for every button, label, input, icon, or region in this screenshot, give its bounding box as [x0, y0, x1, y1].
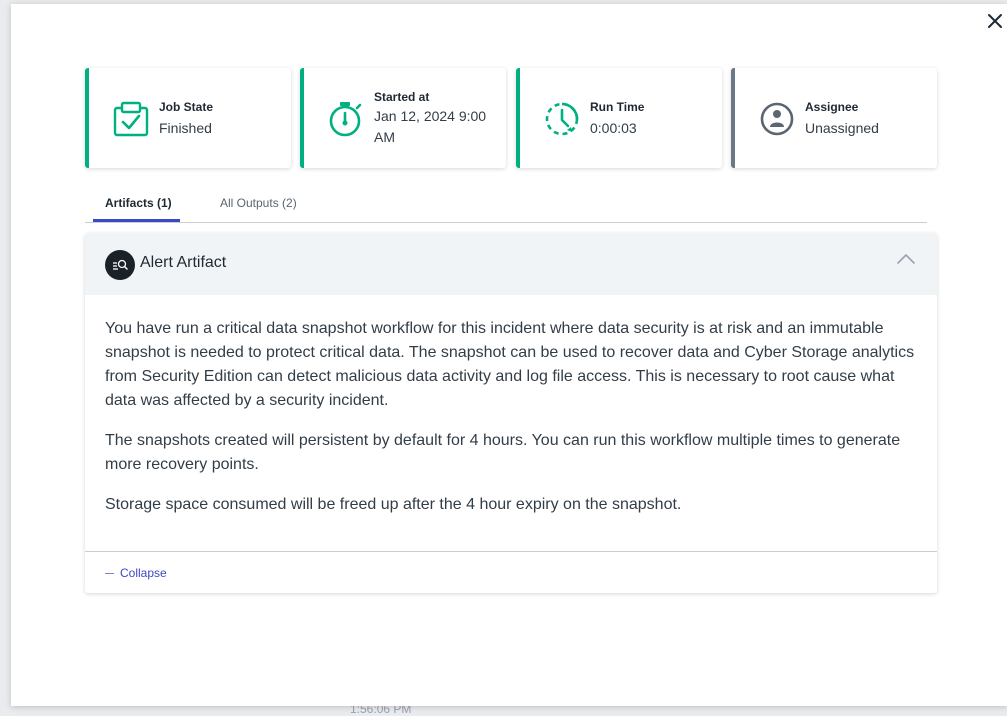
job-state-card: Job State Finished: [85, 68, 291, 168]
artifact-avatar: [105, 250, 135, 280]
card-value: Unassigned: [805, 120, 879, 136]
tab-all-outputs[interactable]: All Outputs (2): [220, 196, 297, 218]
close-button[interactable]: [984, 10, 1006, 32]
chevron-up-icon[interactable]: [895, 251, 917, 267]
card-label: Started at: [374, 90, 430, 104]
card-value: Finished: [159, 120, 212, 136]
minus-icon: [105, 572, 114, 574]
stopwatch-icon: [329, 102, 362, 137]
artifact-paragraph: Storage space consumed will be freed up …: [105, 496, 682, 513]
tab-artifacts[interactable]: Artifacts (1): [105, 196, 172, 218]
card-label: Assignee: [805, 100, 859, 114]
alert-search-icon: [113, 259, 128, 270]
collapse-link[interactable]: Collapse: [105, 566, 167, 580]
card-value: Jan 12, 2024 9:00 AM: [374, 108, 487, 145]
artifact-title: Alert Artifact: [140, 254, 227, 271]
started-at-card: Started at Jan 12, 2024 9:00 AM: [300, 68, 506, 168]
artifact-panel: Alert Artifact You have run a critical d…: [85, 233, 937, 593]
panel-divider: [85, 551, 937, 552]
clipboard-check-icon: [113, 101, 149, 137]
card-label: Run Time: [590, 100, 645, 114]
artifact-panel-header[interactable]: Alert Artifact: [85, 233, 937, 295]
card-value: 0:00:03: [590, 120, 637, 136]
artifact-paragraph: The snapshots created will persistent by…: [105, 432, 901, 473]
timer-icon: [545, 102, 579, 136]
output-tabs: Artifacts (1) All Outputs (2): [85, 192, 927, 223]
artifact-description: You have run a critical data snapshot wo…: [105, 317, 915, 533]
user-circle-icon: [760, 102, 794, 136]
artifact-paragraph: You have run a critical data snapshot wo…: [105, 320, 915, 409]
close-icon: [988, 14, 1002, 28]
collapse-label: Collapse: [120, 566, 167, 580]
active-tab-indicator: [93, 219, 180, 222]
job-details-modal: Job State Finished Started at Jan 12, 20…: [11, 4, 1007, 706]
card-label: Job State: [159, 100, 214, 114]
run-time-card: Run Time 0:00:03: [516, 68, 722, 168]
assignee-card: Assignee Unassigned: [731, 68, 937, 168]
